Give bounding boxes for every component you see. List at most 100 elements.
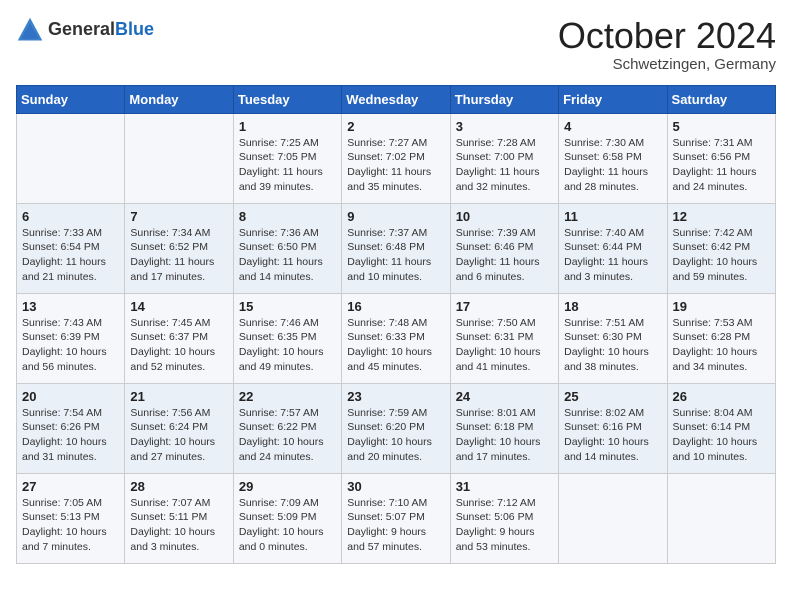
header-monday: Monday	[125, 85, 233, 113]
calendar-week-3: 13 Sunrise: 7:43 AMSunset: 6:39 PMDayligh…	[17, 293, 776, 383]
calendar-cell: 16 Sunrise: 7:48 AMSunset: 6:33 PMDayligh…	[342, 293, 450, 383]
header-friday: Friday	[559, 85, 667, 113]
calendar-cell: 20 Sunrise: 7:54 AMSunset: 6:26 PMDayligh…	[17, 383, 125, 473]
location-subtitle: Schwetzingen, Germany	[558, 56, 776, 73]
calendar-cell: 28Sunrise: 7:07 AMSunset: 5:11 PMDayligh…	[125, 473, 233, 563]
calendar-cell: 5Sunrise: 7:31 AMSunset: 6:56 PMDaylight…	[667, 113, 775, 203]
day-info: Sunrise: 7:40 AMSunset: 6:44 PMDaylight:…	[564, 226, 661, 285]
day-number: 16	[347, 299, 444, 314]
page-header: GeneralBlue October 2024 Schwetzingen, G…	[16, 16, 776, 73]
header-sunday: Sunday	[17, 85, 125, 113]
calendar-cell: 13 Sunrise: 7:43 AMSunset: 6:39 PMDayligh…	[17, 293, 125, 383]
day-info: Sunrise: 7:27 AMSunset: 7:02 PMDaylight:…	[347, 136, 444, 195]
day-info: Sunrise: 7:50 AMSunset: 6:31 PMDaylight:…	[456, 316, 553, 375]
day-number: 30	[347, 479, 444, 494]
day-info: Sunrise: 7:12 AMSunset: 5:06 PMDaylight:…	[456, 496, 553, 555]
day-number: 17	[456, 299, 553, 314]
calendar-cell: 14 Sunrise: 7:45 AMSunset: 6:37 PMDayligh…	[125, 293, 233, 383]
day-number: 11	[564, 209, 661, 224]
calendar-cell: 2 Sunrise: 7:27 AMSunset: 7:02 PMDaylight…	[342, 113, 450, 203]
calendar-cell: 18 Sunrise: 7:51 AMSunset: 6:30 PMDayligh…	[559, 293, 667, 383]
day-number: 4	[564, 119, 661, 134]
day-number: 28	[130, 479, 227, 494]
calendar-week-5: 27 Sunrise: 7:05 AMSunset: 5:13 PMDayligh…	[17, 473, 776, 563]
day-number: 22	[239, 389, 336, 404]
day-info: Sunrise: 8:02 AMSunset: 6:16 PMDaylight:…	[564, 406, 661, 465]
day-info: Sunrise: 7:09 AMSunset: 5:09 PMDaylight:…	[239, 496, 336, 555]
day-info: Sunrise: 7:54 AMSunset: 6:26 PMDaylight:…	[22, 406, 119, 465]
calendar-table: Sunday Monday Tuesday Wednesday Thursday…	[16, 85, 776, 564]
day-number: 27	[22, 479, 119, 494]
day-info: Sunrise: 7:46 AMSunset: 6:35 PMDaylight:…	[239, 316, 336, 375]
calendar-cell: 23Sunrise: 7:59 AMSunset: 6:20 PMDayligh…	[342, 383, 450, 473]
day-number: 21	[130, 389, 227, 404]
calendar-cell: 8 Sunrise: 7:36 AMSunset: 6:50 PMDaylight…	[233, 203, 341, 293]
calendar-cell: 25 Sunrise: 8:02 AMSunset: 6:16 PMDayligh…	[559, 383, 667, 473]
calendar-body: 1 Sunrise: 7:25 AMSunset: 7:05 PMDaylight…	[17, 113, 776, 563]
day-number: 29	[239, 479, 336, 494]
calendar-cell: 31 Sunrise: 7:12 AMSunset: 5:06 PMDayligh…	[450, 473, 558, 563]
day-number: 24	[456, 389, 553, 404]
day-number: 26	[673, 389, 770, 404]
day-number: 31	[456, 479, 553, 494]
day-info: Sunrise: 7:36 AMSunset: 6:50 PMDaylight:…	[239, 226, 336, 285]
day-number: 13	[22, 299, 119, 314]
calendar-cell: 3Sunrise: 7:28 AMSunset: 7:00 PMDaylight…	[450, 113, 558, 203]
day-number: 25	[564, 389, 661, 404]
header-wednesday: Wednesday	[342, 85, 450, 113]
day-info: Sunrise: 7:30 AMSunset: 6:58 PMDaylight:…	[564, 136, 661, 195]
day-info: Sunrise: 7:45 AMSunset: 6:37 PMDaylight:…	[130, 316, 227, 375]
header-thursday: Thursday	[450, 85, 558, 113]
day-number: 5	[673, 119, 770, 134]
calendar-cell	[17, 113, 125, 203]
day-info: Sunrise: 7:43 AMSunset: 6:39 PMDaylight:…	[22, 316, 119, 375]
calendar-cell: 4 Sunrise: 7:30 AMSunset: 6:58 PMDaylight…	[559, 113, 667, 203]
day-number: 19	[673, 299, 770, 314]
calendar-cell: 27 Sunrise: 7:05 AMSunset: 5:13 PMDayligh…	[17, 473, 125, 563]
calendar-week-2: 6Sunrise: 7:33 AMSunset: 6:54 PMDaylight…	[17, 203, 776, 293]
calendar-cell: 15 Sunrise: 7:46 AMSunset: 6:35 PMDayligh…	[233, 293, 341, 383]
calendar-cell: 12Sunrise: 7:42 AMSunset: 6:42 PMDayligh…	[667, 203, 775, 293]
calendar-cell	[667, 473, 775, 563]
calendar-header: Sunday Monday Tuesday Wednesday Thursday…	[17, 85, 776, 113]
logo-blue-text: Blue	[115, 19, 154, 39]
day-number: 1	[239, 119, 336, 134]
day-number: 3	[456, 119, 553, 134]
header-tuesday: Tuesday	[233, 85, 341, 113]
calendar-cell: 26 Sunrise: 8:04 AMSunset: 6:14 PMDayligh…	[667, 383, 775, 473]
calendar-cell	[125, 113, 233, 203]
day-number: 8	[239, 209, 336, 224]
day-number: 9	[347, 209, 444, 224]
calendar-cell: 10 Sunrise: 7:39 AMSunset: 6:46 PMDayligh…	[450, 203, 558, 293]
header-saturday: Saturday	[667, 85, 775, 113]
title-block: October 2024 Schwetzingen, Germany	[558, 16, 776, 73]
day-info: Sunrise: 7:25 AMSunset: 7:05 PMDaylight:…	[239, 136, 336, 195]
day-number: 6	[22, 209, 119, 224]
day-info: Sunrise: 7:48 AMSunset: 6:33 PMDaylight:…	[347, 316, 444, 375]
calendar-cell	[559, 473, 667, 563]
day-number: 18	[564, 299, 661, 314]
day-number: 23	[347, 389, 444, 404]
day-info: Sunrise: 7:10 AMSunset: 5:07 PMDaylight:…	[347, 496, 444, 555]
day-info: Sunrise: 7:39 AMSunset: 6:46 PMDaylight:…	[456, 226, 553, 285]
day-number: 7	[130, 209, 227, 224]
calendar-cell: 22 Sunrise: 7:57 AMSunset: 6:22 PMDayligh…	[233, 383, 341, 473]
calendar-cell: 7Sunrise: 7:34 AMSunset: 6:52 PMDaylight…	[125, 203, 233, 293]
day-info: Sunrise: 7:57 AMSunset: 6:22 PMDaylight:…	[239, 406, 336, 465]
calendar-cell: 1 Sunrise: 7:25 AMSunset: 7:05 PMDaylight…	[233, 113, 341, 203]
calendar-week-4: 20 Sunrise: 7:54 AMSunset: 6:26 PMDayligh…	[17, 383, 776, 473]
day-info: Sunrise: 8:04 AMSunset: 6:14 PMDaylight:…	[673, 406, 770, 465]
day-number: 10	[456, 209, 553, 224]
day-number: 14	[130, 299, 227, 314]
calendar-cell: 29 Sunrise: 7:09 AMSunset: 5:09 PMDayligh…	[233, 473, 341, 563]
day-number: 20	[22, 389, 119, 404]
day-info: Sunrise: 7:51 AMSunset: 6:30 PMDaylight:…	[564, 316, 661, 375]
calendar-cell: 21 Sunrise: 7:56 AMSunset: 6:24 PMDayligh…	[125, 383, 233, 473]
calendar-cell: 30 Sunrise: 7:10 AMSunset: 5:07 PMDayligh…	[342, 473, 450, 563]
day-info: Sunrise: 7:05 AMSunset: 5:13 PMDaylight:…	[22, 496, 119, 555]
day-number: 15	[239, 299, 336, 314]
day-info: Sunrise: 7:56 AMSunset: 6:24 PMDaylight:…	[130, 406, 227, 465]
day-number: 2	[347, 119, 444, 134]
calendar-cell: 11 Sunrise: 7:40 AMSunset: 6:44 PMDayligh…	[559, 203, 667, 293]
calendar-cell: 24Sunrise: 8:01 AMSunset: 6:18 PMDayligh…	[450, 383, 558, 473]
